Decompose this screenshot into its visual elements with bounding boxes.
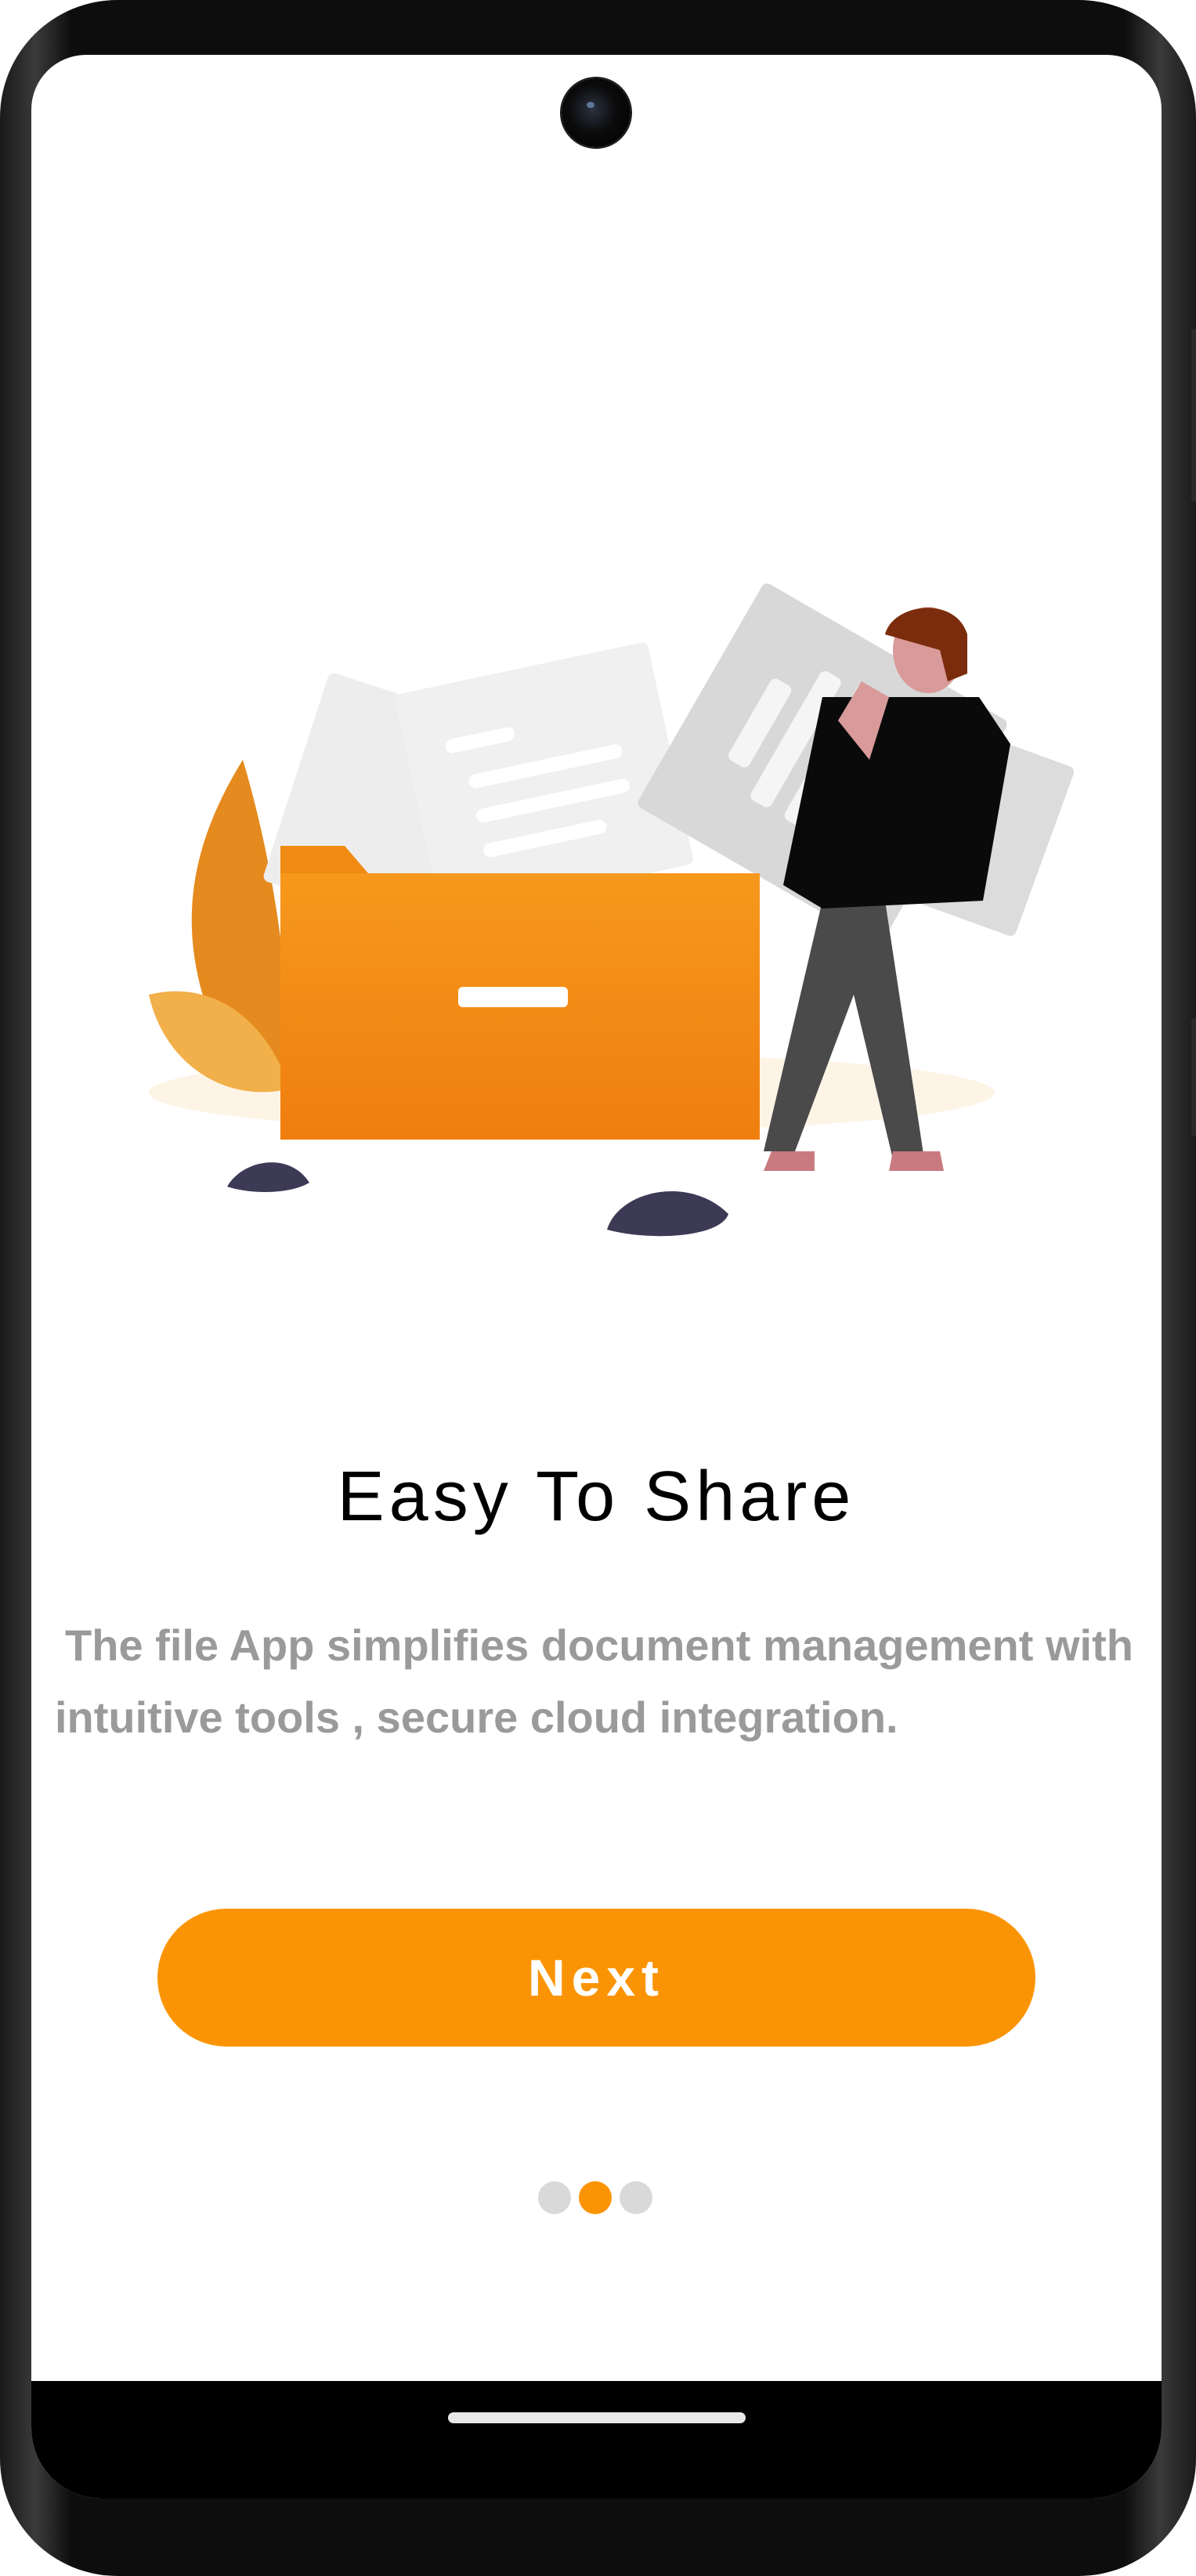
onboarding-illustration <box>149 583 1075 1237</box>
folder-label <box>458 987 568 1007</box>
onboarding-title: Easy To Share <box>337 1458 856 1536</box>
rock-right <box>607 1191 728 1237</box>
phone-frame: Easy To Share The file App simplifies do… <box>0 0 1196 2576</box>
page-dot-1[interactable] <box>538 2181 571 2214</box>
page-indicator <box>538 2181 656 2216</box>
page-dot-2-active[interactable] <box>579 2181 612 2214</box>
page-dot-3[interactable] <box>620 2181 652 2214</box>
onboarding-description: The file App simplifies document managem… <box>55 1620 1133 1742</box>
rock-left <box>227 1162 309 1192</box>
next-button[interactable]: Next <box>157 1909 1035 2047</box>
app-screen: Easy To Share The file App simplifies do… <box>31 55 1162 2498</box>
volume-button <box>1191 329 1196 501</box>
power-button <box>1191 1018 1196 1136</box>
home-indicator[interactable] <box>448 2412 746 2423</box>
system-navigation-bar <box>31 2381 1162 2498</box>
